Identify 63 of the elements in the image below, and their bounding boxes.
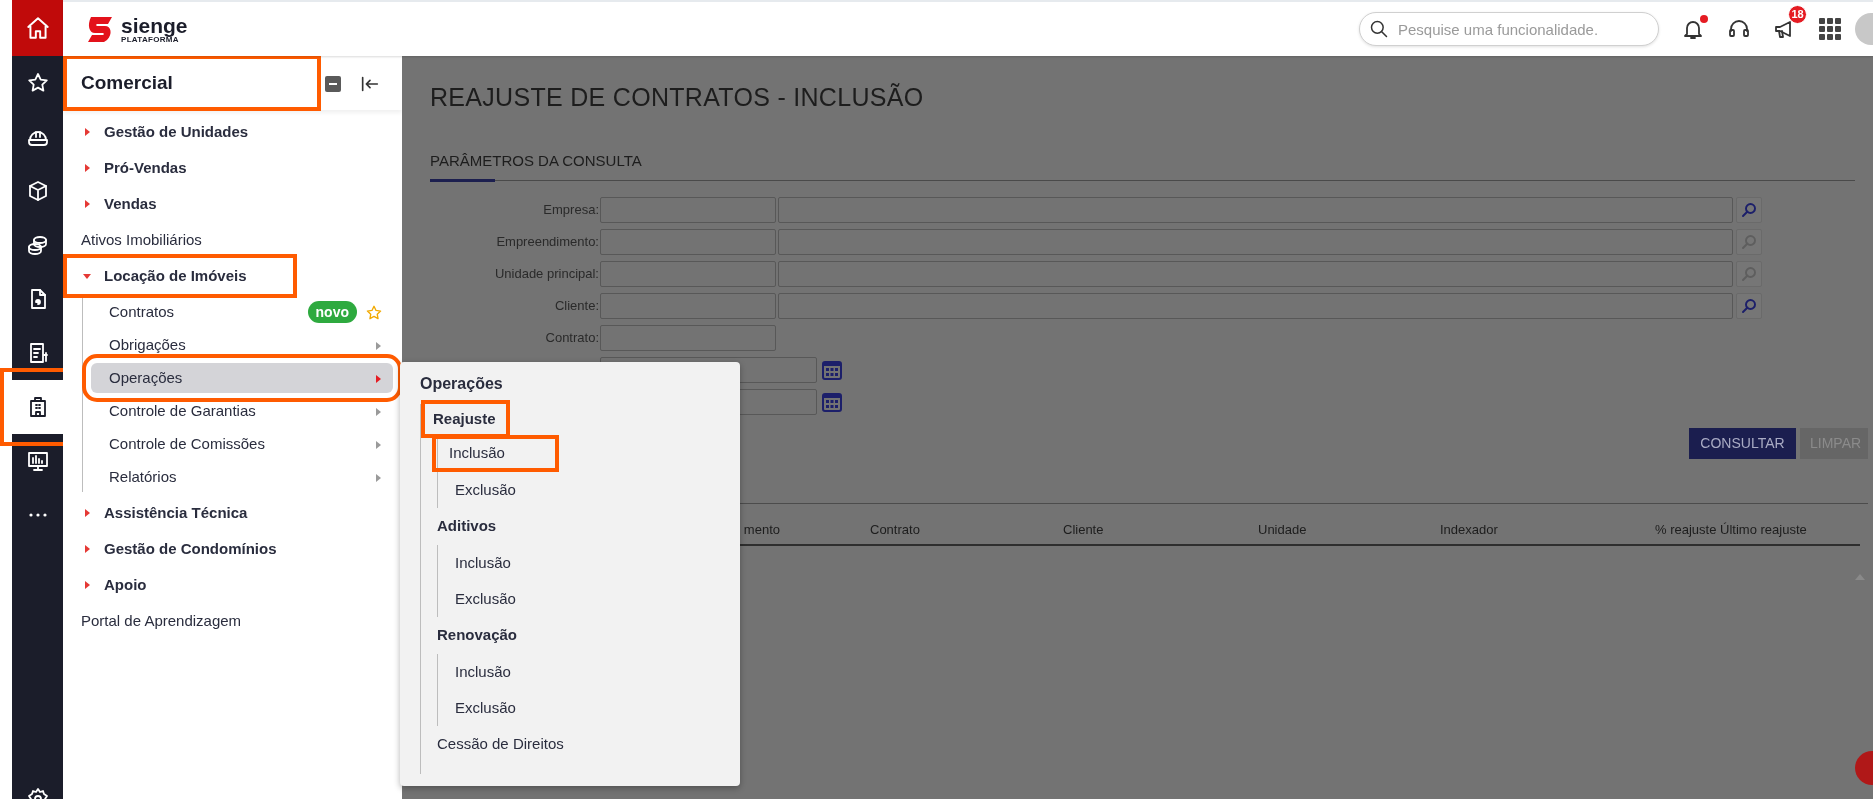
menu-group[interactable]: Apoio xyxy=(67,567,293,603)
column-header: Indexador xyxy=(1440,521,1498,537)
search-button[interactable]: CONSULTAR xyxy=(1689,427,1796,459)
menu-item[interactable]: Exclusão xyxy=(438,690,516,726)
input-field[interactable] xyxy=(600,324,776,351)
menu-item[interactable]: Obrigações xyxy=(91,330,393,360)
new-badge: novo xyxy=(307,301,357,323)
field-label: Cliente: xyxy=(553,296,600,315)
menu-item[interactable]: Controle de Garantias xyxy=(91,396,393,426)
calendar-icon[interactable] xyxy=(821,358,843,381)
column-header: Contrato xyxy=(870,521,920,537)
search-icon xyxy=(1369,19,1389,39)
menu-group[interactable]: Gestão de Unidades xyxy=(67,114,293,150)
menu-item[interactable]: Inclusão xyxy=(438,545,511,581)
submenu-title: Operações xyxy=(420,374,504,394)
field-label: Empreendimento: xyxy=(495,232,600,251)
collapse-all-icon[interactable] xyxy=(325,75,341,92)
input-field[interactable] xyxy=(600,228,776,255)
search-icon[interactable] xyxy=(1740,296,1758,315)
menu-item[interactable]: Controle de Comissões xyxy=(91,429,393,459)
menu-item[interactable]: Inclusão xyxy=(438,654,511,690)
input-field[interactable] xyxy=(778,292,1733,319)
input-field[interactable] xyxy=(778,196,1733,223)
column-header: Cliente xyxy=(1063,521,1104,537)
star-icon[interactable] xyxy=(365,303,383,322)
menu-link[interactable]: Cessão de Direitos xyxy=(437,726,740,762)
column-header: mento xyxy=(743,521,780,537)
input-field[interactable] xyxy=(600,260,776,287)
page-title: REAJUSTE DE CONTRATOS - INCLUSÃO xyxy=(430,82,925,112)
menu-link[interactable]: Ativos Imobiliários xyxy=(63,222,402,258)
input-field[interactable] xyxy=(778,260,1733,287)
field-label: Unidade principal: xyxy=(493,264,600,283)
menu-item[interactable]: Exclusão xyxy=(438,581,516,617)
field-label: Contrato: xyxy=(544,328,600,347)
tab[interactable]: PARÂMETROS DA CONSULTA xyxy=(430,150,642,182)
search-field[interactable]: Pesquise uma funcionalidade. xyxy=(1359,12,1659,46)
search-icon[interactable] xyxy=(1740,200,1758,219)
logo-icon xyxy=(85,14,115,44)
coins-icon[interactable] xyxy=(25,233,50,257)
menu-group[interactable]: Locação de Imóveis xyxy=(67,258,293,294)
menu-group[interactable]: Renovação xyxy=(437,617,518,654)
input-field[interactable] xyxy=(600,292,776,319)
field-label: Empresa: xyxy=(542,200,600,219)
menu-group[interactable]: Vendas xyxy=(67,186,293,222)
count-badge: 18 xyxy=(1788,5,1807,24)
menu-group[interactable]: Gestão de Condomínios xyxy=(67,531,293,567)
menu-group[interactable]: Pró-Vendas xyxy=(67,150,293,186)
home-icon[interactable] xyxy=(24,15,51,41)
menu-item[interactable]: Exclusão xyxy=(438,472,516,508)
menu-group[interactable]: Assistência Técnica xyxy=(67,495,293,531)
input-field[interactable] xyxy=(778,228,1733,255)
column-header: Unidade xyxy=(1258,521,1307,537)
menu-item[interactable]: Contratos novo xyxy=(91,297,393,327)
input-field[interactable] xyxy=(600,196,776,223)
column-header: % reajuste Último reajuste xyxy=(1655,521,1807,537)
logo-text: sienge xyxy=(121,14,188,36)
star-icon[interactable] xyxy=(25,71,50,95)
calendar-icon[interactable] xyxy=(821,390,843,413)
menu-item[interactable]: Relatórios xyxy=(91,462,393,492)
monitor-chart-icon[interactable] xyxy=(25,449,50,473)
menu-group[interactable]: Aditivos xyxy=(437,508,497,545)
menu-link[interactable]: Portal de Aprendizagem xyxy=(63,603,402,639)
apps-grid-icon[interactable] xyxy=(1819,18,1841,40)
